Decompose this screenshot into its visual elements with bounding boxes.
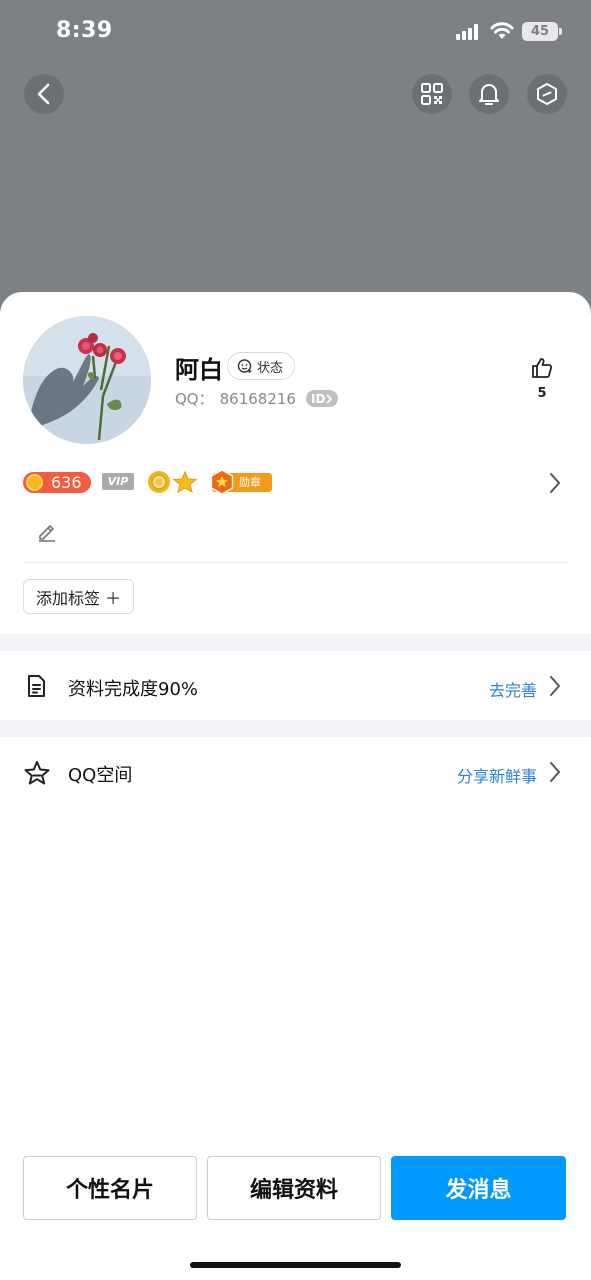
qzone-label: QQ空间 bbox=[68, 765, 133, 786]
status-bar: 8:39 45 bbox=[0, 0, 591, 64]
hexagon-settings-icon bbox=[537, 83, 557, 105]
share-news-link[interactable]: 分享新鲜事 bbox=[457, 763, 537, 787]
add-tag-label: 添加标签 ＋ bbox=[36, 588, 122, 608]
avatar-rose-image bbox=[23, 316, 151, 444]
settings-button[interactable] bbox=[527, 74, 567, 114]
divider bbox=[23, 562, 568, 563]
qr-code-icon bbox=[421, 83, 443, 105]
chevron-right-icon bbox=[550, 676, 560, 696]
qq-label: QQ： bbox=[175, 390, 214, 408]
level-coin-icon bbox=[26, 474, 43, 491]
section-gap bbox=[0, 634, 591, 651]
chevron-right-icon[interactable] bbox=[548, 472, 562, 494]
sun-badge-icon bbox=[148, 471, 170, 493]
status-button[interactable]: 状态 bbox=[227, 352, 296, 380]
qq-number: 86168216 bbox=[219, 389, 296, 408]
notification-button[interactable] bbox=[469, 74, 509, 114]
medal-label: 勋章 bbox=[239, 476, 261, 489]
send-message-button[interactable]: 发消息 bbox=[391, 1156, 566, 1220]
id-badge-text: ID bbox=[310, 391, 326, 406]
qq-number-line: QQ： 86168216 ID bbox=[175, 388, 339, 409]
chevron-left-icon bbox=[37, 83, 50, 105]
qr-code-button[interactable] bbox=[412, 74, 452, 114]
add-tag-button[interactable]: 添加标签 ＋ bbox=[23, 579, 135, 614]
profile-completion-row[interactable]: 资料完成度90% 去完善 bbox=[0, 651, 591, 720]
status-label: 状态 bbox=[257, 360, 284, 376]
battery-indicator: 45 bbox=[522, 22, 562, 41]
avatar[interactable] bbox=[23, 316, 151, 444]
wifi-icon bbox=[490, 22, 514, 39]
like-button[interactable]: 5 bbox=[526, 356, 558, 401]
chevron-right-small-icon bbox=[326, 393, 333, 404]
section-gap bbox=[0, 720, 591, 737]
like-count: 5 bbox=[537, 386, 547, 401]
thumbs-up-icon bbox=[532, 358, 553, 378]
bell-icon bbox=[479, 84, 499, 105]
home-indicator[interactable] bbox=[190, 1262, 401, 1268]
cellular-signal-icon bbox=[456, 24, 482, 40]
star-outline-icon bbox=[24, 761, 50, 785]
medal-badge: 勋章 bbox=[210, 469, 272, 495]
pencil-icon[interactable] bbox=[36, 520, 58, 542]
vip-badge: VIP bbox=[102, 473, 134, 490]
star-badge-icon bbox=[173, 471, 197, 493]
nickname: 阿白 bbox=[175, 356, 223, 384]
level-value: 636 bbox=[51, 473, 82, 492]
back-button[interactable] bbox=[24, 74, 64, 114]
personal-card-button[interactable]: 个性名片 bbox=[23, 1156, 197, 1220]
edit-profile-button[interactable]: 编辑资料 bbox=[207, 1156, 381, 1220]
level-badge: 636 bbox=[23, 472, 91, 493]
badges-row[interactable]: 636 VIP 勋章 bbox=[23, 469, 283, 496]
chevron-right-icon bbox=[550, 762, 560, 782]
clock-time: 8:39 bbox=[56, 18, 113, 43]
id-badge[interactable]: ID bbox=[305, 390, 339, 407]
profile-completion-label: 资料完成度90% bbox=[68, 679, 199, 700]
qzone-row[interactable]: QQ空间 分享新鲜事 bbox=[0, 737, 591, 806]
medal-hexagon-icon bbox=[210, 469, 234, 495]
complete-profile-link[interactable]: 去完善 bbox=[489, 677, 537, 701]
profile-card: 阿白 状态 QQ： 86168216 ID 5 636 VIP 勋章 添加标签 … bbox=[0, 292, 591, 1280]
smiley-plus-icon bbox=[237, 359, 252, 373]
document-icon bbox=[28, 675, 45, 697]
